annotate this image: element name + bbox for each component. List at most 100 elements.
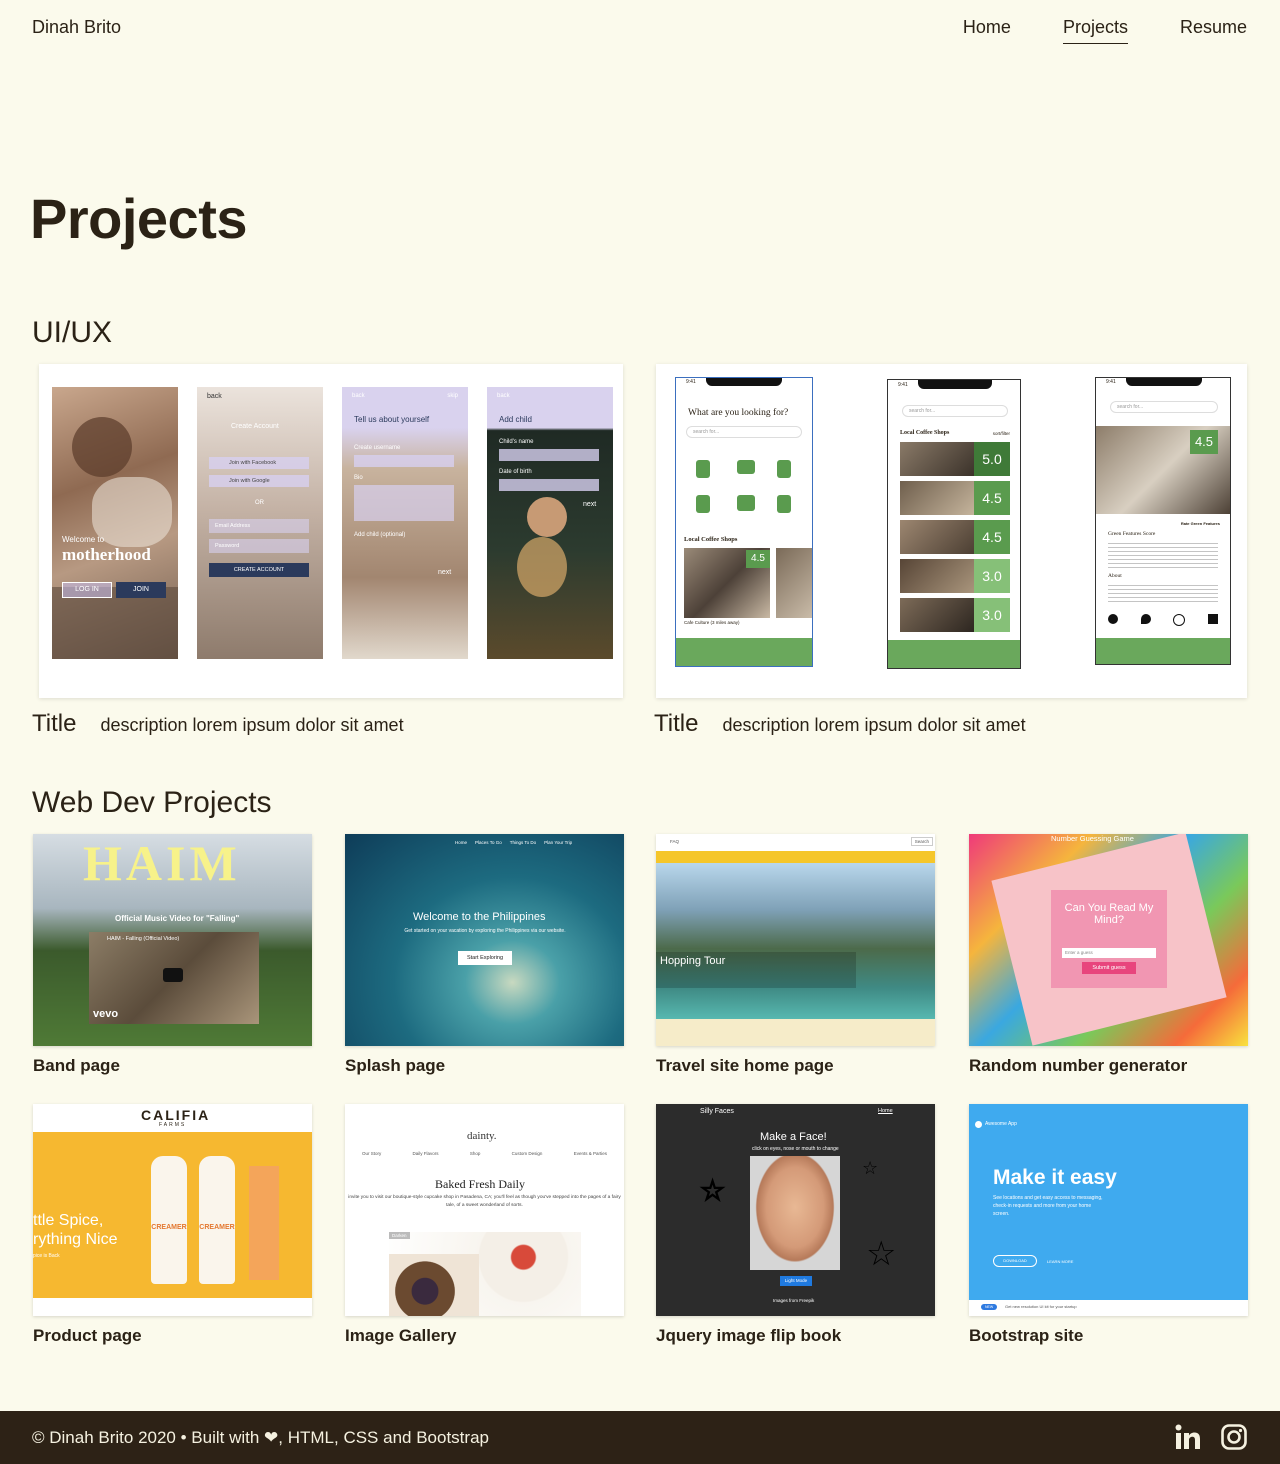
- project-product-page[interactable]: CALIFIA FARMS ttle Spice, rything Nice p…: [33, 1104, 312, 1346]
- project-splash-page[interactable]: Home Places To Go Things To Do Plan Your…: [345, 834, 624, 1076]
- coffee-detail-screen: 9:41 search for... 4.5 Rate Green Featur…: [1095, 377, 1231, 665]
- back-text: back: [207, 393, 222, 400]
- image-gallery-thumbnail[interactable]: dainty. Our Story Daily Flavors Shop Cus…: [345, 1104, 624, 1316]
- status-time: 9:41: [686, 379, 696, 385]
- project-random-number[interactable]: Number Guessing Game Can You Read My Min…: [969, 834, 1248, 1076]
- splash-caption: Get started on your vacation by explorin…: [404, 928, 566, 934]
- band-page-thumbnail[interactable]: HAIM Official Music Video for "Falling" …: [33, 834, 312, 1046]
- back-text: back: [497, 393, 510, 399]
- project-label[interactable]: Bootstrap site: [969, 1326, 1248, 1346]
- status-time: 9:41: [1106, 379, 1116, 385]
- create-account-heading: Create Account: [231, 423, 279, 430]
- project-image-gallery[interactable]: dainty. Our Story Daily Flavors Shop Cus…: [345, 1104, 624, 1346]
- video-player: HAIM - Falling (Official Video) vevo: [89, 932, 259, 1024]
- page-title: Projects: [30, 187, 248, 250]
- travel-title: Hopping Tour: [660, 955, 726, 967]
- project-label[interactable]: Image Gallery: [345, 1326, 624, 1346]
- username-label: Create username: [354, 445, 401, 451]
- brand-link[interactable]: Dinah Brito: [32, 17, 121, 38]
- thumb-nav-item: Shop: [469, 1151, 481, 1156]
- app-logo-icon: [975, 1121, 982, 1128]
- about-heading: About: [1108, 573, 1122, 579]
- uiux-card-description: description lorem ipsum dolor sit amet: [722, 715, 1026, 735]
- product-name: CREAMER: [151, 1224, 187, 1231]
- flip-book-thumbnail[interactable]: Silly Faces Home ☆ ☆ ☆ Make a Face! clic…: [656, 1104, 935, 1316]
- linkedin-icon[interactable]: [1174, 1422, 1202, 1452]
- webdev-heading: Web Dev Projects: [32, 786, 272, 819]
- dob-label: Date of birth: [499, 469, 532, 475]
- thumb-nav-item: FAQ: [670, 839, 680, 844]
- project-label[interactable]: Band page: [33, 1056, 312, 1076]
- coffee-list-screen: 9:41 search for... Local Coffee Shops so…: [887, 379, 1021, 669]
- uiux-card-title: Title: [654, 710, 699, 737]
- motherhood-title: motherhood: [62, 545, 151, 564]
- welcome-text: Welcome to: [62, 535, 105, 544]
- project-band-page[interactable]: HAIM Official Music Video for "Falling" …: [33, 834, 312, 1076]
- next-text: next: [438, 569, 452, 576]
- google-field: Join with Google: [209, 475, 309, 487]
- filter-text: sort/filter: [992, 431, 1010, 436]
- learn-more-button: LEARN MORE: [1047, 1259, 1074, 1264]
- gallery-title: Baked Fresh Daily: [435, 1177, 525, 1191]
- coffee-list: 5.0 4.5 4.5 3.0 3.0: [900, 442, 1010, 637]
- nav-link-resume[interactable]: Resume: [1180, 17, 1247, 44]
- gallery-body: invite you to visit our boutique-style c…: [348, 1195, 621, 1208]
- uiux-card-motherhood[interactable]: Welcome to motherhood LOG IN JOIN back C…: [39, 364, 623, 698]
- random-number-thumbnail[interactable]: Number Guessing Game Can You Read My Min…: [969, 834, 1248, 1046]
- download-button: DOWNLOAD: [993, 1255, 1037, 1267]
- status-time: 9:41: [898, 382, 908, 388]
- nav-link-home[interactable]: Home: [963, 17, 1011, 44]
- nav-link-projects[interactable]: Projects: [1062, 17, 1128, 44]
- thumb-search: Search: [910, 837, 933, 846]
- skip-text: skip: [447, 393, 458, 399]
- submit-guess-button: Submit guess: [1082, 962, 1136, 974]
- flip-book-subtitle: click on eyes, nose or mouth to change: [752, 1146, 839, 1152]
- bio-label: Bio: [354, 475, 363, 481]
- project-label[interactable]: Product page: [33, 1326, 312, 1346]
- project-flip-book[interactable]: Silly Faces Home ☆ ☆ ☆ Make a Face! clic…: [656, 1104, 935, 1346]
- travel-site-thumbnail[interactable]: FAQ Search Hopping Tour: [656, 834, 935, 1046]
- darken-tag: Darken: [389, 1232, 410, 1239]
- project-label[interactable]: Jquery image flip book: [656, 1326, 935, 1346]
- join-button: JOIN: [116, 582, 166, 598]
- coffee-search-screen: 9:41 What are you looking for? search fo…: [675, 377, 813, 667]
- thumb-nav-item: Plan Your Trip: [544, 840, 573, 845]
- next-text: next: [583, 501, 597, 508]
- thumb-nav-item: Our Story: [362, 1151, 382, 1156]
- haim-logo-text: HAIM: [83, 835, 241, 891]
- new-badge: NEW: [981, 1304, 998, 1310]
- thumb-nav-item: Daily Flavors: [412, 1151, 439, 1156]
- flip-book-title: Make a Face!: [760, 1131, 827, 1143]
- score-badge: 4.5: [974, 481, 1010, 515]
- product-page-thumbnail[interactable]: CALIFIA FARMS ttle Spice, rything Nice p…: [33, 1104, 312, 1316]
- social-links: [1174, 1422, 1248, 1452]
- score-badge: 3.0: [974, 559, 1010, 593]
- bootstrap-site-thumbnail[interactable]: Awesome App Make it easy See locations a…: [969, 1104, 1248, 1316]
- bootstrap-footer-text: Get new resolution UI kit for your start…: [1005, 1304, 1077, 1309]
- score-badge: 4.5: [1190, 430, 1218, 454]
- hero-line: rything Nice: [33, 1231, 118, 1248]
- thumb-nav-item: Home: [878, 1108, 893, 1114]
- image-credit: Images from Freepik: [773, 1298, 815, 1303]
- uiux-card-coffee[interactable]: 9:41 What are you looking for? search fo…: [656, 364, 1247, 698]
- uiux-card-caption-2: Title description lorem ipsum dolor sit …: [654, 710, 1026, 738]
- footer: © Dinah Brito 2020 • Built with ❤, HTML,…: [0, 1411, 1280, 1464]
- rate-text: Rate Green Features: [1180, 521, 1220, 526]
- score-badge: 3.0: [974, 598, 1010, 632]
- project-label[interactable]: Splash page: [345, 1056, 624, 1076]
- question-text: What are you looking for?: [688, 408, 789, 418]
- score-badge: 4.5: [974, 520, 1010, 554]
- thumb-nav-item: Places To Go: [475, 840, 502, 845]
- thumb-nav-item: Home: [455, 840, 468, 845]
- footer-text: © Dinah Brito 2020 • Built with ❤, HTML,…: [32, 1428, 489, 1447]
- project-label[interactable]: Travel site home page: [656, 1056, 935, 1076]
- instagram-icon[interactable]: [1220, 1422, 1248, 1452]
- splash-page-thumbnail[interactable]: Home Places To Go Things To Do Plan Your…: [345, 834, 624, 1046]
- bootstrap-body: See locations and get easy access to mes…: [993, 1195, 1103, 1217]
- project-label[interactable]: Random number generator: [969, 1056, 1248, 1076]
- project-travel-site[interactable]: FAQ Search Hopping Tour Travel site home…: [656, 834, 935, 1076]
- project-bootstrap-site[interactable]: Awesome App Make it easy See locations a…: [969, 1104, 1248, 1346]
- score-badge: 5.0: [974, 442, 1010, 476]
- child-name-label: Child's name: [499, 439, 534, 445]
- shop-caption: Cafe Culture (3 miles away): [684, 620, 740, 625]
